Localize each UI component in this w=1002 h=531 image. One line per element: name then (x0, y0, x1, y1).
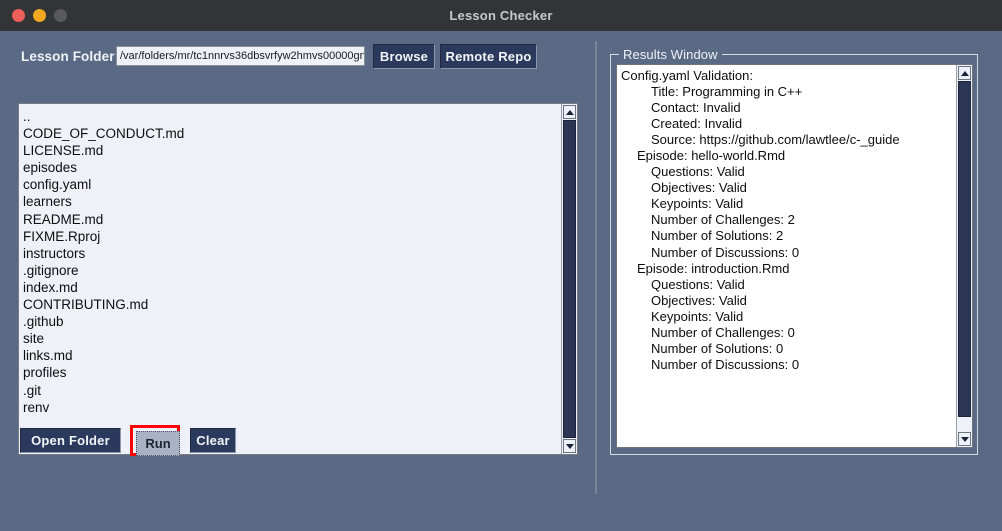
title-bar: Lesson Checker (0, 0, 1002, 31)
file-list-item[interactable]: index.md (23, 279, 560, 296)
file-list-item[interactable]: learners (23, 193, 560, 210)
file-list-item[interactable]: CONTRIBUTING.md (23, 296, 560, 313)
results-line: Number of Challenges: 2 (651, 212, 795, 228)
results-line: Number of Solutions: 2 (651, 228, 784, 244)
panel-divider (595, 41, 597, 494)
browse-button[interactable]: Browse (373, 44, 435, 69)
clear-button[interactable]: Clear (190, 428, 236, 453)
lesson-folder-label: Lesson Folder (21, 49, 115, 64)
scroll-up-icon[interactable] (958, 66, 971, 80)
lesson-folder-path-input[interactable]: /var/folders/mr/tc1nnrvs36dbsvrfyw2hmvs0… (116, 46, 365, 66)
file-list-item[interactable]: FIXME.Rproj (23, 228, 560, 245)
file-list-item[interactable]: episodes (23, 159, 560, 176)
folder-selection-row: Lesson Folder /var/folders/mr/tc1nnrvs36… (0, 44, 580, 72)
file-list-item[interactable]: .. (23, 108, 560, 125)
open-folder-button[interactable]: Open Folder (20, 428, 121, 453)
file-list-item[interactable]: instructors (23, 245, 560, 262)
file-list-item[interactable]: .git (23, 382, 560, 399)
file-list-items[interactable]: .. CODE_OF_CONDUCT.md LICENSE.md episodes co… (19, 104, 560, 454)
results-line: Keypoints: Valid (651, 196, 744, 212)
results-line: Contact: Invalid (651, 100, 741, 116)
results-line: Source: https://github.com/lawtlee/c-_gu… (651, 132, 900, 148)
file-list-scrollbar[interactable] (561, 104, 577, 454)
results-text-area[interactable]: Config.yaml Validation: Title: Programmin… (616, 64, 973, 448)
results-line: Objectives: Valid (651, 292, 747, 308)
results-line: Number of Solutions: 0 (651, 340, 784, 356)
file-list-item[interactable]: LICENSE.md (23, 142, 560, 159)
run-button-highlight: Run (130, 425, 180, 456)
results-lines: Config.yaml Validation: Title: Programmin… (617, 65, 956, 447)
results-line: Questions: Valid (651, 164, 745, 180)
results-line: Number of Challenges: 0 (651, 324, 795, 340)
results-line: Number of Discussions: 0 (651, 356, 800, 372)
results-line: Objectives: Valid (651, 180, 747, 196)
file-list-item[interactable]: renv (23, 399, 560, 416)
results-panel: Results Window Config.yaml Validation: Ti… (610, 47, 978, 455)
file-list-item[interactable]: .github (23, 313, 560, 330)
results-line: Episode: introduction.Rmd (637, 260, 790, 276)
file-list-item[interactable]: links.md (23, 347, 560, 364)
file-list-item[interactable]: README.md (23, 211, 560, 228)
file-list-item[interactable]: profiles (23, 364, 560, 381)
results-window-label: Results Window (619, 47, 722, 62)
results-line: Questions: Valid (651, 276, 745, 292)
window-title: Lesson Checker (449, 8, 553, 23)
results-line: Number of Discussions: 0 (651, 244, 800, 260)
scroll-down-icon[interactable] (958, 432, 971, 446)
scroll-down-icon[interactable] (563, 439, 576, 453)
run-button[interactable]: Run (136, 431, 180, 456)
results-line: Created: Invalid (651, 116, 743, 132)
results-line: Keypoints: Valid (651, 308, 744, 324)
file-list-scroll-thumb[interactable] (563, 120, 576, 438)
window-body: Lesson Folder /var/folders/mr/tc1nnrvs36… (0, 31, 1002, 531)
results-line: Title: Programming in C++ (651, 84, 803, 100)
file-list-item[interactable]: site (23, 330, 560, 347)
file-list-item[interactable]: config.yaml (23, 176, 560, 193)
remote-repo-button[interactable]: Remote Repo (440, 44, 537, 69)
results-line: Episode: hello-world.Rmd (637, 148, 786, 164)
results-scrollbar[interactable] (956, 65, 972, 447)
app-window: Lesson Checker Lesson Folder /var/folder… (0, 0, 1002, 531)
file-list-box[interactable]: .. CODE_OF_CONDUCT.md LICENSE.md episodes co… (18, 103, 578, 455)
file-list-item[interactable]: CODE_OF_CONDUCT.md (23, 125, 560, 142)
scroll-up-icon[interactable] (563, 105, 576, 119)
file-list-item[interactable]: .gitignore (23, 262, 560, 279)
results-line: Config.yaml Validation: (621, 68, 753, 83)
results-scroll-thumb[interactable] (958, 81, 971, 417)
